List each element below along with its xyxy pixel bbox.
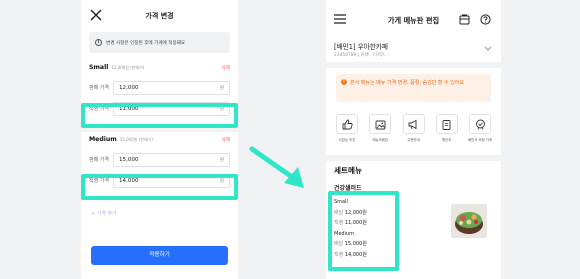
- delete-button[interactable]: 삭제: [222, 65, 230, 71]
- quick-menu-recommend[interactable]: 사장님 추천: [332, 114, 362, 150]
- info-icon: i: [95, 39, 102, 46]
- highlight-box-menu-options: [328, 191, 399, 271]
- price-change-header: 가격 변경: [81, 0, 238, 32]
- highlight-box-medium-real-price: [81, 174, 238, 200]
- photo-album-icon: [375, 120, 386, 129]
- quick-menu-album[interactable]: 메뉴모음집: [365, 114, 395, 150]
- notice-banner: i 변경 사항은 인정된 후에 가게에 적용돼요: [89, 32, 230, 53]
- page-title: 가게 메뉴판 편집: [387, 16, 440, 25]
- quick-menu-label: 원산지: [442, 138, 452, 142]
- menu-edit-header: 가게 메뉴판 편집: [326, 0, 501, 36]
- warning-icon: !: [341, 79, 347, 85]
- section-divider: [81, 128, 238, 132]
- thumbs-up-icon: [342, 119, 353, 129]
- shop-name: [배민1] 우아한카페: [334, 43, 388, 51]
- list-price-value: 12,000: [119, 84, 139, 91]
- arrow-icon: [249, 146, 304, 188]
- shop-info: 23456789 | 카페 · 디저트: [334, 53, 386, 58]
- quick-menu-label: 사장님 추천: [338, 138, 356, 142]
- list-price-value: 15,000: [119, 156, 139, 163]
- alert-text: 본사 메뉴는 메뉴 가격 변경, 품절, 숨김만 할 수 있어요: [350, 79, 465, 86]
- section-sub: 15,000원 (판매가): [119, 137, 153, 142]
- quick-menu-row: 사장님 추천 메뉴모음집 주문안내 원산지 배민서 요청 가게: [332, 114, 495, 150]
- delete-button[interactable]: 삭제: [222, 137, 230, 143]
- quick-menu-label: 배민서 요청 가게: [468, 138, 492, 142]
- quick-menu-request[interactable]: 배민서 요청 가게: [465, 114, 495, 150]
- store-icon[interactable]: [459, 14, 470, 25]
- alert-banner: ! 본사 메뉴는 메뉴 가격 변경, 품절, 숨김만 할 수 있어요: [336, 74, 491, 102]
- price-change-screen: 가격 변경 i 변경 사항은 인정된 후에 가게에 적용돼요 Small 12,…: [81, 0, 238, 279]
- check-badge-icon: [475, 119, 485, 130]
- list-price-label: 판매 가격: [89, 157, 109, 163]
- highlight-box-small-real-price: [81, 103, 238, 128]
- list-price-input[interactable]: 12,000 원: [113, 80, 230, 95]
- currency-unit: 원: [219, 157, 224, 163]
- clipboard-icon: [442, 119, 451, 130]
- help-icon[interactable]: [480, 14, 491, 25]
- megaphone-icon: [408, 119, 417, 129]
- currency-unit: 원: [219, 85, 224, 91]
- list-price-input[interactable]: 15,000 원: [113, 152, 230, 167]
- menu-item-photo: [451, 204, 487, 238]
- apply-button[interactable]: 적용하기: [91, 246, 228, 265]
- add-price-button[interactable]: + 가격 추가: [91, 210, 117, 217]
- set-menu-title: 세트메뉴: [334, 166, 362, 175]
- section-divider: [326, 62, 501, 68]
- page-title: 가격 변경: [145, 12, 174, 20]
- quick-menu-label: 주문안내: [407, 138, 420, 142]
- quick-menu-origin[interactable]: 원산지: [432, 114, 462, 150]
- list-price-label: 판매 가격: [89, 85, 109, 91]
- notice-text: 변경 사항은 인정된 후에 가게에 적용돼요: [106, 40, 186, 46]
- chevron-down-icon: [484, 46, 492, 51]
- section-name: Small: [89, 64, 109, 71]
- section-divider: [326, 155, 501, 161]
- quick-menu-order-guide[interactable]: 주문안내: [399, 114, 429, 150]
- quick-menu-label: 메뉴모음집: [372, 138, 389, 142]
- section-sub: 12,000원 (판매가): [111, 65, 145, 70]
- shop-selector[interactable]: [배민1] 우아한카페 23456789 | 카페 · 디저트: [326, 36, 501, 62]
- section-name: Medium: [89, 136, 117, 143]
